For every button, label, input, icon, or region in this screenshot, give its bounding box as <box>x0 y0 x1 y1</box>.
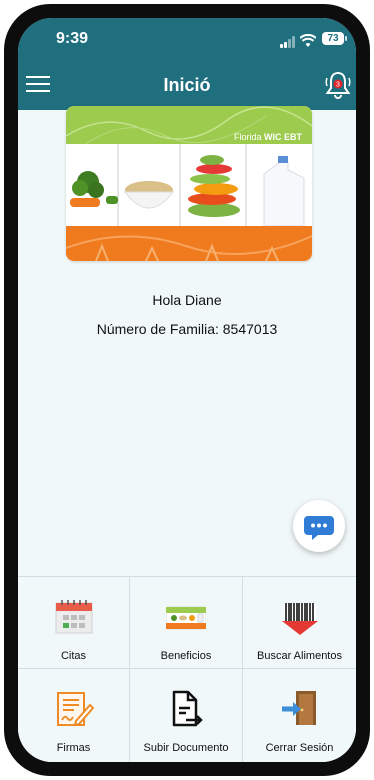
menu-item-subir-documento[interactable]: Subir Documento <box>130 669 243 762</box>
battery-icon: 73 <box>322 32 344 45</box>
top-navigation-bar: Inició 3 <box>18 62 356 110</box>
menu-label-subir-documento: Subir Documento <box>143 742 229 754</box>
battery-tip <box>345 36 347 41</box>
status-time: 9:39 <box>56 30 89 47</box>
menu-item-buscar-alimentos[interactable]: Buscar Alimentos <box>243 577 356 669</box>
chat-button[interactable] <box>293 500 345 552</box>
upload-document-icon <box>172 690 203 727</box>
family-number-text: Número de Familia: 8547013 <box>96 321 278 337</box>
calendar-icon <box>55 600 92 634</box>
barcode-scan-icon <box>281 603 318 635</box>
bell-icon: 3 <box>325 71 351 99</box>
notifications-button[interactable]: 3 <box>324 70 352 100</box>
card-food-photos <box>66 144 312 226</box>
main-menu-grid: Citas Beneficios Buscar Alimentos Firmas… <box>18 576 356 762</box>
menu-label-cerrar-sesion: Cerrar Sesión <box>265 742 334 754</box>
signature-document-icon <box>56 692 94 727</box>
menu-label-buscar-alimentos: Buscar Alimentos <box>257 650 342 662</box>
card-bottom-banner <box>66 226 312 261</box>
signal-icon <box>280 36 295 48</box>
menu-item-beneficios[interactable]: Beneficios <box>130 577 243 669</box>
benefits-card-icon <box>166 606 206 630</box>
wifi-icon <box>300 34 316 47</box>
card-bottom-decoration <box>66 235 312 261</box>
menu-label-beneficios: Beneficios <box>160 650 212 662</box>
menu-item-citas[interactable]: Citas <box>18 577 130 669</box>
app-screen: 9:39 73 Inició 3 Florida WIC EBT Hola Di… <box>18 18 356 762</box>
menu-label-firmas: Firmas <box>56 742 91 754</box>
chat-bubble-icon <box>304 516 334 540</box>
card-top-banner: Florida WIC EBT <box>66 106 312 145</box>
menu-label-citas: Citas <box>60 650 87 662</box>
card-brand-label: Florida WIC EBT <box>233 132 302 142</box>
logout-door-icon <box>281 691 316 725</box>
menu-item-cerrar-sesion[interactable]: Cerrar Sesión <box>243 669 356 762</box>
status-bar: 9:39 73 <box>18 18 356 62</box>
greeting-text: Hola Diane <box>152 292 222 308</box>
phone-frame: 9:39 73 Inició 3 Florida WIC EBT Hola Di… <box>4 4 370 776</box>
wic-ebt-card-image: Florida WIC EBT <box>66 106 312 261</box>
page-title: Inició <box>163 75 211 95</box>
menu-item-firmas[interactable]: Firmas <box>18 669 130 762</box>
notification-badge: 3 <box>336 82 340 89</box>
